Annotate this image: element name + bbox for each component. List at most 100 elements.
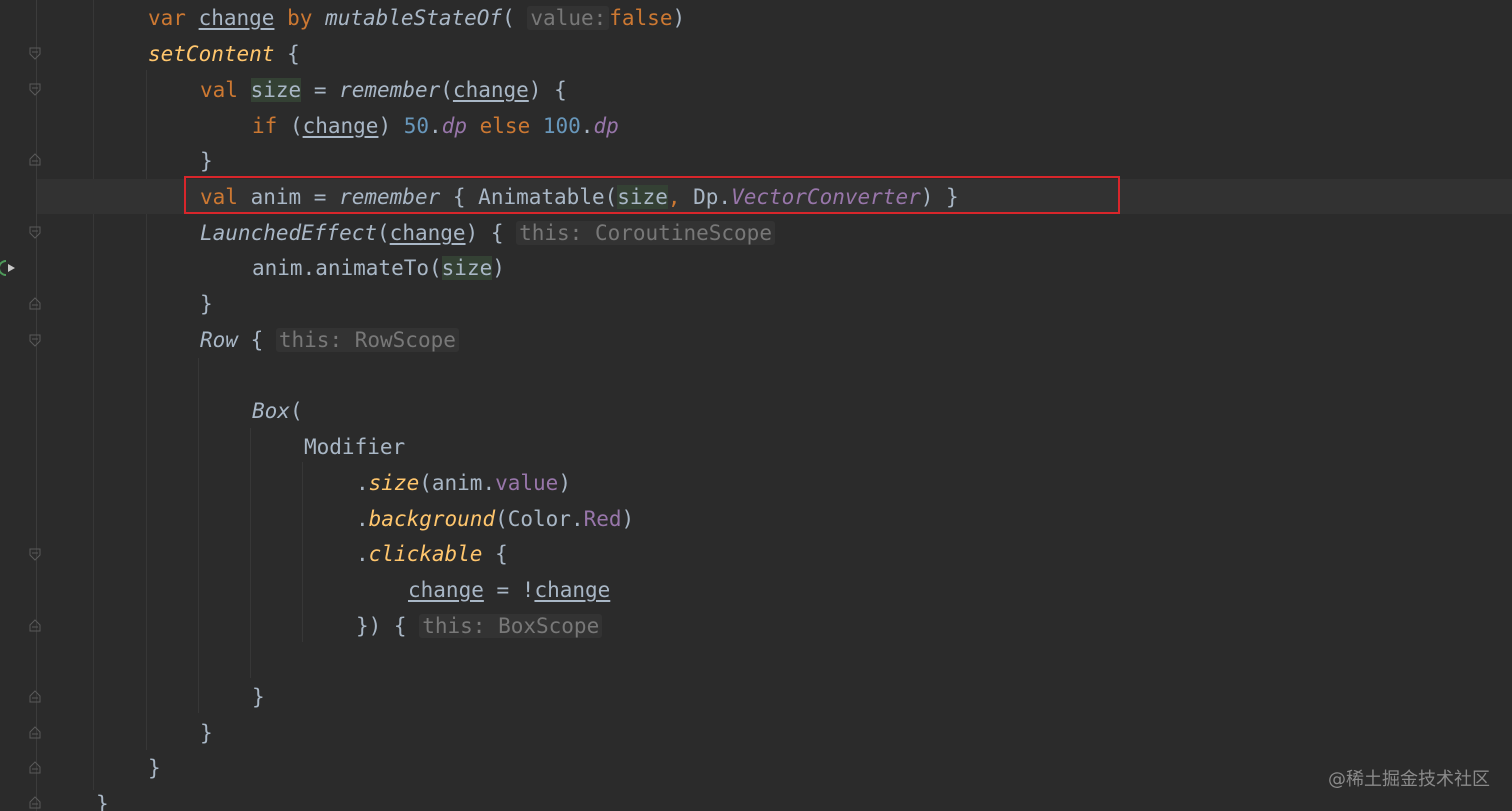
operator: =	[301, 78, 340, 102]
code-line-15[interactable]: .clickable {	[356, 539, 508, 569]
extension-property: dp	[441, 114, 467, 138]
variable-change: change	[534, 578, 611, 602]
punctuation: .	[356, 542, 369, 566]
function-call: LaunchedEffect	[200, 221, 378, 245]
fold-marker-icon[interactable]	[29, 548, 41, 561]
variable-change: change	[389, 221, 466, 245]
indent-guide	[198, 358, 199, 713]
indent-guide	[302, 462, 303, 642]
closing-brace: }	[148, 756, 161, 780]
extension-property: dp	[593, 114, 619, 138]
fold-marker-icon[interactable]	[29, 690, 41, 703]
code-line-13[interactable]: .size(anim.value)	[356, 468, 571, 498]
function-call: setContent	[148, 42, 275, 66]
code-line-14[interactable]: .background(Color.Red)	[356, 504, 634, 534]
function-call: background	[368, 507, 496, 531]
punctuation: (	[440, 78, 453, 102]
punctuation: ) {	[528, 78, 567, 102]
punctuation: ) {	[465, 221, 517, 245]
code-line-8[interactable]: anim.animateTo(size)	[252, 253, 505, 283]
run-gutter-icon[interactable]	[0, 258, 18, 278]
variable-size: size	[250, 78, 302, 102]
function-call: Row	[200, 328, 238, 352]
punctuation: (	[502, 6, 515, 30]
indent-guide	[250, 428, 251, 678]
fold-marker-icon[interactable]	[29, 83, 41, 96]
function-call: clickable	[368, 542, 483, 566]
code-line-9[interactable]: }	[200, 289, 213, 319]
punctuation: (	[289, 399, 303, 423]
code-text: Modifier	[304, 435, 406, 459]
fold-marker-icon[interactable]	[29, 334, 41, 347]
code-line-1[interactable]: var change by mutableStateOf( value: fals…	[148, 3, 685, 33]
punctuation: (	[377, 221, 390, 245]
function-call: remember	[339, 78, 441, 102]
code-editor[interactable]: var change by mutableStateOf( value: fals…	[0, 0, 1512, 811]
fold-marker-icon[interactable]	[29, 619, 41, 632]
code-line-4[interactable]: if (change) 50.dp else 100.dp	[252, 111, 619, 141]
code-line-20[interactable]: }	[148, 753, 161, 783]
fold-marker-icon[interactable]	[29, 153, 41, 166]
fold-marker-icon[interactable]	[29, 226, 41, 239]
scope-hint: this: RowScope	[275, 328, 459, 352]
code-line-12[interactable]: Modifier	[304, 432, 405, 462]
code-line-19[interactable]: }	[200, 718, 213, 748]
fold-marker-icon[interactable]	[29, 761, 41, 774]
code-line-5[interactable]: }	[200, 146, 213, 176]
code-line-11[interactable]: Box(	[252, 396, 303, 426]
variable-change: change	[302, 114, 379, 138]
keyword: if	[252, 114, 278, 138]
code-line-16[interactable]: change = !change	[408, 575, 610, 605]
variable-change: change	[408, 578, 484, 602]
code-text: (Color.	[495, 507, 584, 531]
punctuation: )	[672, 6, 686, 30]
number-literal: 50	[403, 114, 430, 138]
variable-size: size	[441, 256, 493, 280]
function-call: Box	[252, 399, 290, 423]
parameter-hint: value:	[527, 6, 610, 30]
punctuation: .	[356, 507, 369, 531]
function-call: mutableStateOf	[325, 6, 503, 30]
number-literal: 100	[542, 114, 581, 138]
keyword: val	[200, 78, 238, 102]
watermark: @稀土掘金技术社区	[1328, 769, 1490, 790]
property: Red	[583, 507, 622, 531]
code-line-18[interactable]: }	[252, 682, 265, 712]
punctuation: .	[356, 471, 369, 495]
code-text: (anim.	[419, 471, 496, 495]
closing-brace: }	[200, 292, 213, 316]
punctuation: )	[558, 471, 571, 495]
property: value	[495, 471, 559, 495]
closing-brace: }	[200, 149, 213, 173]
punctuation: (	[277, 114, 303, 138]
punctuation: .	[429, 114, 442, 138]
fold-marker-icon[interactable]	[29, 726, 41, 739]
keyword: var	[148, 6, 186, 30]
fold-marker-icon[interactable]	[29, 47, 41, 60]
code-line-21[interactable]: }	[96, 789, 109, 811]
punctuation: {	[274, 42, 300, 66]
code-line-2[interactable]: setContent {	[148, 39, 300, 69]
punctuation: .	[580, 114, 594, 138]
punctuation: )	[492, 256, 505, 280]
code-line-7[interactable]: LaunchedEffect(change) { this: Coroutine…	[200, 218, 775, 248]
operator: = !	[483, 578, 535, 602]
closing-brace: }	[200, 721, 213, 745]
code-text: anim.animateTo(	[252, 256, 442, 280]
code-line-17[interactable]: }) { this: BoxScope	[356, 611, 603, 641]
keyword: else	[467, 114, 543, 138]
variable-change: change	[198, 6, 275, 30]
punctuation: {	[237, 328, 276, 352]
closing-brace: }	[96, 792, 109, 811]
literal: false	[609, 6, 673, 30]
punctuation: )	[621, 507, 635, 531]
code-line-3[interactable]: val size = remember(change) {	[200, 75, 567, 105]
indent-guide	[93, 0, 94, 790]
indent-guide	[146, 70, 147, 750]
code-line-10[interactable]: Row { this: RowScope	[200, 325, 459, 355]
variable-change: change	[452, 78, 529, 102]
fold-marker-icon[interactable]	[29, 297, 41, 310]
fold-marker-icon[interactable]	[29, 796, 41, 809]
highlight-box	[184, 176, 1120, 214]
punctuation: }) {	[356, 614, 420, 638]
